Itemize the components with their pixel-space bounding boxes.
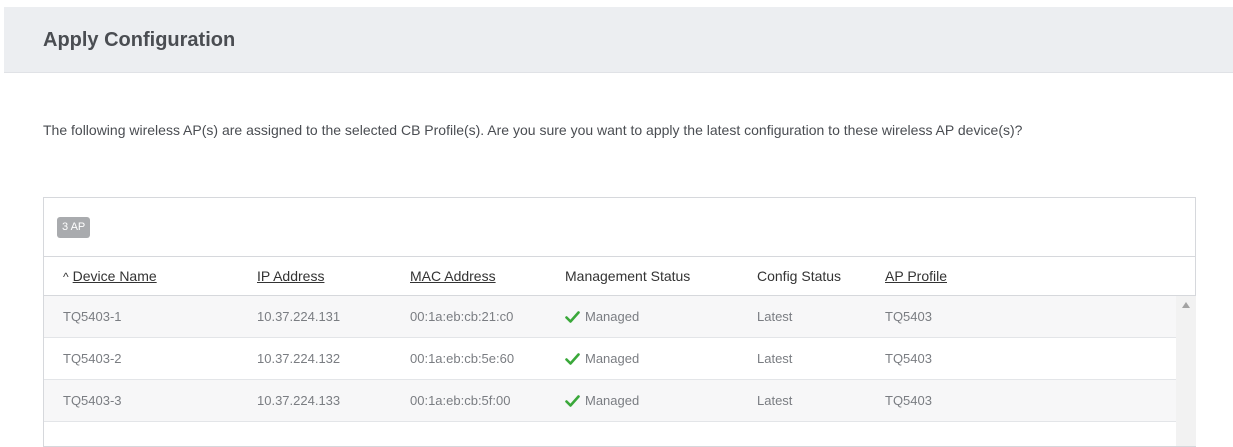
cell-config-status: Latest <box>757 393 793 408</box>
caret-up-icon: ^ <box>63 270 69 284</box>
column-label-ap-profile: AP Profile <box>885 268 947 284</box>
table-row[interactable]: TQ5403-2 10.37.224.132 00:1a:eb:cb:5e:60… <box>44 338 1176 380</box>
cell-management-status: Managed <box>565 393 639 408</box>
cell-device-name: TQ5403-1 <box>63 309 122 324</box>
cell-ap-profile: TQ5403 <box>885 351 932 366</box>
cell-device-name: TQ5403-2 <box>63 351 122 366</box>
cell-ip-address: 10.37.224.131 <box>257 309 341 324</box>
column-header-mac-address[interactable]: MAC Address <box>410 268 496 284</box>
cell-mac-address: 00:1a:eb:cb:5f:00 <box>410 393 511 408</box>
cell-config-status: Latest <box>757 309 793 324</box>
cell-ip-address: 10.37.224.133 <box>257 393 341 408</box>
scroll-up-arrow-icon[interactable] <box>1182 302 1190 308</box>
check-icon <box>565 353 580 365</box>
table-body: TQ5403-1 10.37.224.131 00:1a:eb:cb:21:c0… <box>44 296 1176 422</box>
cell-ip-address: 10.37.224.132 <box>257 351 341 366</box>
cell-management-status: Managed <box>565 309 639 324</box>
management-status-text: Managed <box>585 309 640 324</box>
table-header: ^ Device Name IP Address MAC Address Mana… <box>44 256 1195 296</box>
table-row[interactable]: TQ5403-3 10.37.224.133 00:1a:eb:cb:5f:00… <box>44 380 1176 422</box>
check-icon <box>565 311 580 323</box>
column-header-management-status: Management Status <box>565 268 691 284</box>
management-status-text: Managed <box>585 393 640 408</box>
cell-mac-address: 00:1a:eb:cb:5e:60 <box>410 351 515 366</box>
cell-mac-address: 00:1a:eb:cb:21:c0 <box>410 309 514 324</box>
cell-management-status: Managed <box>565 351 639 366</box>
ap-count-badge: 3 AP <box>57 217 91 238</box>
column-header-ip-address[interactable]: IP Address <box>257 268 324 284</box>
management-status-text: Managed <box>585 351 640 366</box>
column-header-config-status: Config Status <box>757 268 842 284</box>
cell-ap-profile: TQ5403 <box>885 393 932 408</box>
cell-ap-profile: TQ5403 <box>885 309 932 324</box>
dialog-description: The following wireless AP(s) are assigne… <box>43 122 1023 138</box>
column-header-device-name[interactable]: ^ Device Name <box>63 268 157 284</box>
check-icon <box>565 395 580 407</box>
dialog-title: Apply Configuration <box>43 29 236 51</box>
column-header-ap-profile[interactable]: AP Profile <box>885 268 947 284</box>
ap-table-panel: 3 AP ^ Device Name IP Address MAC Address… <box>43 197 1196 447</box>
column-label-ip-address: IP Address <box>257 268 325 284</box>
table-row[interactable]: TQ5403-1 10.37.224.131 00:1a:eb:cb:21:c0… <box>44 296 1176 338</box>
cell-config-status: Latest <box>757 351 793 366</box>
dialog-header: Apply Configuration <box>4 7 1233 73</box>
column-label-device-name: Device Name <box>72 268 157 284</box>
table-scrollbar[interactable] <box>1176 296 1196 446</box>
column-label-mac-address: MAC Address <box>410 268 496 284</box>
cell-device-name: TQ5403-3 <box>63 393 122 408</box>
